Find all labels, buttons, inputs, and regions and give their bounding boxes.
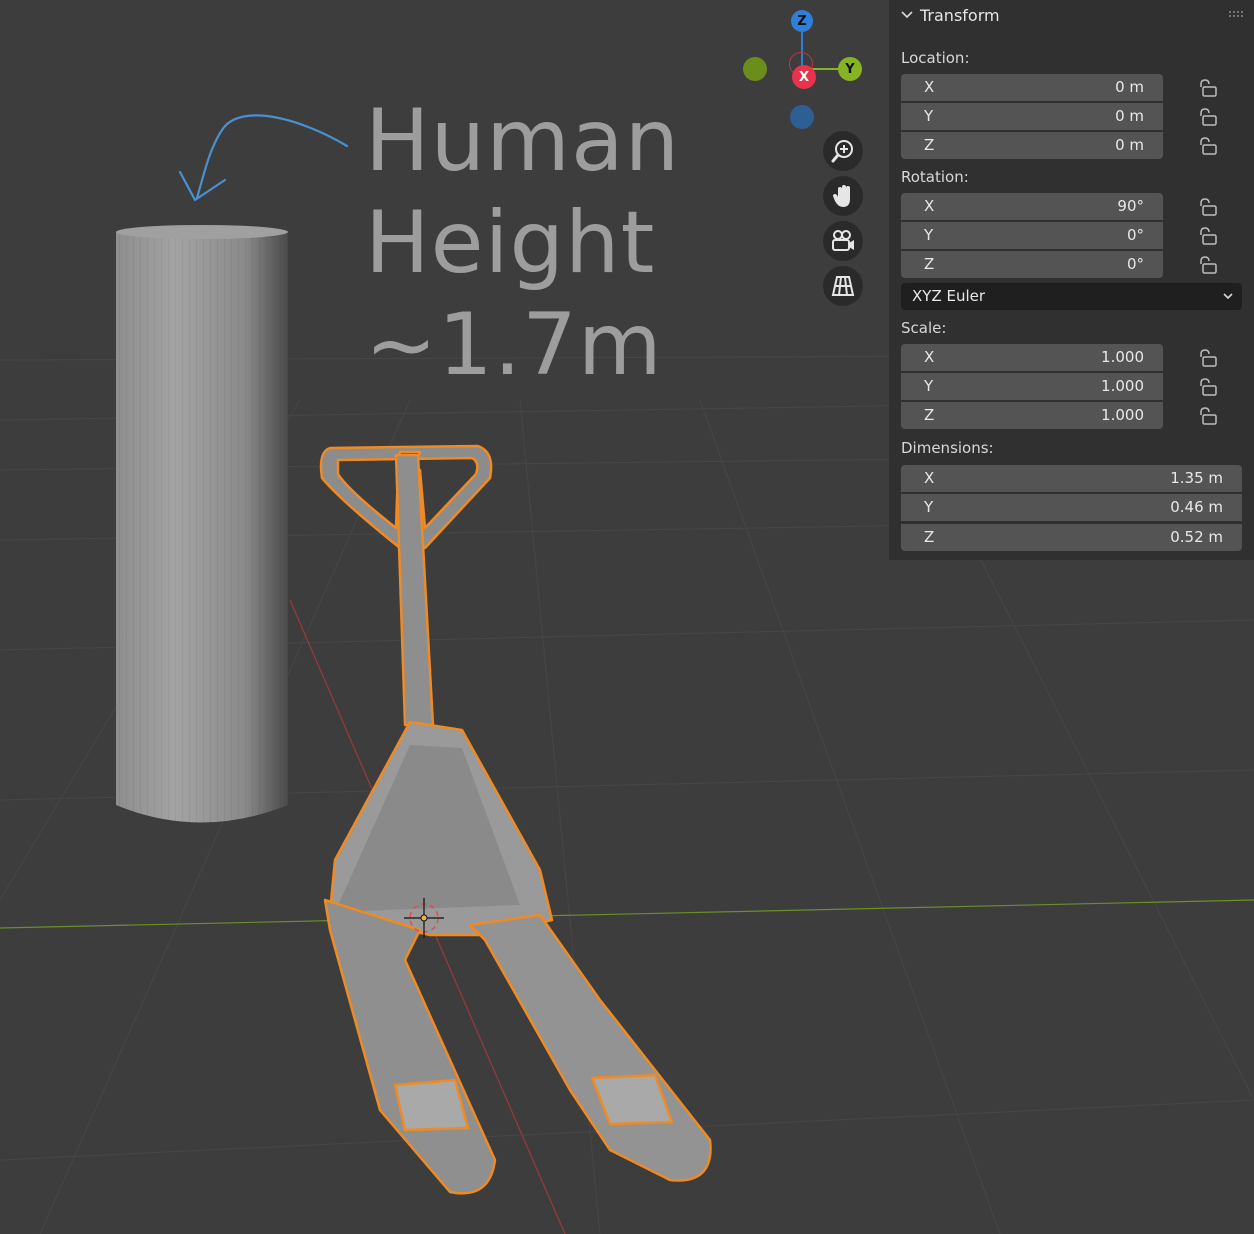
annotation-line-3: ~1.7m	[365, 295, 663, 395]
axis-label: Z	[924, 136, 935, 154]
human-height-cylinder	[116, 225, 288, 823]
dimensions-label: Dimensions:	[901, 439, 994, 457]
axis-label: X	[924, 469, 935, 487]
field-value: 1.000	[1101, 348, 1144, 366]
location-x-lock-toggle[interactable]	[1198, 79, 1218, 97]
unlock-icon	[1200, 256, 1217, 274]
transform-panel-header[interactable]: Transform	[889, 0, 1254, 32]
rotation-x-lock-toggle[interactable]	[1198, 198, 1218, 216]
gizmo-y-ball[interactable]: Y	[838, 57, 862, 81]
unlock-icon	[1200, 79, 1217, 97]
unlock-icon	[1200, 108, 1217, 126]
chevron-down-icon	[1223, 293, 1233, 300]
gizmo-z-ball[interactable]: Z	[791, 10, 813, 32]
scale-y-field[interactable]: Y 1.000	[901, 373, 1163, 400]
rotation-y-lock-toggle[interactable]	[1198, 227, 1218, 245]
axis-label: Y	[924, 498, 934, 516]
axis-label: Y	[924, 377, 934, 395]
gizmo-y-label: Y	[845, 61, 855, 77]
rotation-label: Rotation:	[901, 168, 969, 186]
annotation-line-2: Height	[365, 193, 656, 293]
field-value: 1.35 m	[1170, 469, 1223, 487]
location-z-field[interactable]: Z 0 m	[901, 132, 1163, 159]
unlock-icon	[1200, 137, 1217, 155]
rotation-z-field[interactable]: Z 0°	[901, 251, 1163, 278]
unlock-icon	[1200, 407, 1217, 425]
pan-button[interactable]	[823, 176, 863, 216]
gizmo-neg-z-ball[interactable]	[790, 105, 814, 129]
gizmo-x-label: X	[798, 69, 810, 85]
field-value: 0.46 m	[1170, 498, 1223, 516]
field-value: 0 m	[1115, 78, 1144, 96]
field-value: 1.000	[1101, 377, 1144, 395]
axis-label: Y	[924, 226, 934, 244]
gizmo-neg-y-ball[interactable]	[743, 57, 767, 81]
field-value: 0 m	[1115, 136, 1144, 154]
zoom-button[interactable]	[823, 131, 863, 171]
scale-x-lock-toggle[interactable]	[1198, 349, 1218, 367]
axis-label: Y	[924, 107, 934, 125]
location-z-lock-toggle[interactable]	[1198, 137, 1218, 155]
field-value: 90°	[1117, 197, 1144, 215]
location-x-field[interactable]: X 0 m	[901, 74, 1163, 101]
axis-label: X	[924, 348, 935, 366]
rotation-y-field[interactable]: Y 0°	[901, 222, 1163, 249]
unlock-icon	[1200, 378, 1217, 396]
hand-pan-icon	[833, 185, 850, 207]
rotation-z-lock-toggle[interactable]	[1198, 256, 1218, 274]
annotation-arrow	[195, 114, 349, 200]
zoom-icon	[831, 140, 853, 163]
dimensions-z-field[interactable]: Z 0.52 m	[901, 524, 1242, 551]
location-y-lock-toggle[interactable]	[1198, 108, 1218, 126]
chevron-down-icon	[901, 11, 913, 19]
dimensions-x-field[interactable]: X 1.35 m	[901, 465, 1242, 492]
rotation-mode-value: XYZ Euler	[912, 287, 986, 305]
location-label: Location:	[901, 49, 970, 67]
camera-icon	[832, 230, 854, 251]
scale-label: Scale:	[901, 319, 947, 337]
field-value: 0.52 m	[1170, 528, 1223, 546]
scale-z-field[interactable]: Z 1.000	[901, 402, 1163, 429]
transform-panel: Transform Location: X 0 m Y 0 m Z 0 m Ro…	[889, 0, 1254, 560]
transform-panel-title: Transform	[920, 6, 1000, 25]
ortho-toggle-button[interactable]	[823, 266, 863, 306]
dimensions-y-field[interactable]: Y 0.46 m	[901, 494, 1242, 521]
field-value: 0°	[1126, 226, 1144, 244]
y-axis-line	[0, 899, 1254, 929]
unlock-icon	[1200, 227, 1217, 245]
rotation-x-field[interactable]: X 90°	[901, 193, 1163, 220]
rotation-mode-select[interactable]: XYZ Euler	[901, 283, 1242, 310]
pallet-jack	[319, 444, 712, 1195]
axis-label: Z	[924, 406, 935, 424]
ortho-grid-icon	[831, 276, 855, 296]
scale-x-field[interactable]: X 1.000	[901, 344, 1163, 371]
gizmo-z-label: Z	[797, 13, 807, 29]
axis-label: Z	[924, 255, 935, 273]
unlock-icon	[1200, 349, 1217, 367]
human-height-annotation: Human Height ~1.7m	[365, 90, 680, 396]
field-value: 0°	[1126, 255, 1144, 273]
unlock-icon	[1200, 198, 1217, 216]
camera-view-button[interactable]	[823, 221, 863, 261]
field-value: 0 m	[1115, 107, 1144, 125]
annotation-line-1: Human	[365, 91, 681, 191]
axis-label: X	[924, 78, 935, 96]
location-y-field[interactable]: Y 0 m	[901, 103, 1163, 130]
scale-y-lock-toggle[interactable]	[1198, 378, 1218, 396]
axis-label: X	[924, 197, 935, 215]
drag-handle-icon[interactable]	[1228, 10, 1244, 18]
scale-z-lock-toggle[interactable]	[1198, 407, 1218, 425]
field-value: 1.000	[1101, 406, 1144, 424]
gizmo-x-ball[interactable]: X	[792, 65, 816, 89]
axis-label: Z	[924, 528, 935, 546]
